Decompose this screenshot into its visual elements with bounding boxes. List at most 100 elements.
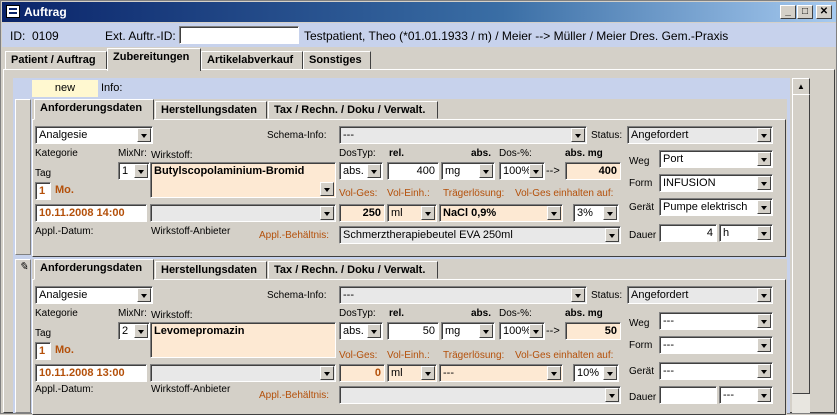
abs-mg-field[interactable]: 50	[565, 322, 621, 340]
tab-artikelabverkauf[interactable]: Artikelabverkauf	[201, 51, 303, 70]
dauer-input[interactable]	[659, 386, 717, 404]
form-select[interactable]: INFUSION	[659, 174, 773, 192]
dauer-unit-select[interactable]: h	[719, 224, 773, 242]
tag-number[interactable]: 1	[35, 182, 51, 200]
appl-datum-field[interactable]: 10.11.2008 14:00	[35, 204, 147, 222]
kategorie-select[interactable]: Analgesie	[35, 126, 153, 144]
wirkstoff-anbieter-label: Wirkstoff-Anbieter	[151, 384, 231, 395]
geraet-select[interactable]: Pumpe elektrisch	[659, 198, 773, 216]
wirkstoff-anbieter-label: Wirkstoff-Anbieter	[151, 226, 231, 237]
vol-ges-field[interactable]: 0	[339, 364, 385, 382]
schema-info-select[interactable]: ---	[339, 286, 587, 304]
ext-id-input[interactable]	[179, 26, 299, 44]
vol-ges-field[interactable]: 250	[339, 204, 385, 222]
subtab-tax-rechn[interactable]: Tax / Rechn. / Doku / Verwalt.	[268, 101, 438, 119]
dos-pct-label: Dos-%:	[499, 148, 532, 159]
vol-ges-einhalten-label: Vol-Ges einhalten auf:	[515, 188, 614, 199]
vol-ges-einhalten-label: Vol-Ges einhalten auf:	[515, 350, 614, 361]
anbieter-select[interactable]	[150, 364, 336, 382]
dos-pct-select[interactable]: 100%	[499, 322, 545, 340]
geraet-select[interactable]: ---	[659, 362, 773, 380]
tab-sonstiges[interactable]: Sonstiges	[303, 51, 371, 70]
vol-einh-select[interactable]: ml	[387, 364, 437, 382]
rel-label: rel.	[389, 148, 405, 159]
rel-label: rel.	[389, 308, 405, 319]
chevron-down-icon	[547, 366, 561, 380]
traeger-select[interactable]: ---	[439, 364, 563, 382]
info-label: Info:	[101, 82, 123, 94]
dauer-label: Dauer	[629, 230, 657, 241]
vol-ges-label: Vol-Ges:	[339, 188, 378, 199]
dostyp-select[interactable]: abs.	[339, 162, 383, 180]
form-icon	[6, 5, 20, 18]
dauer-input[interactable]: 4	[659, 224, 717, 242]
record-2: Anforderungsdaten Herstellungsdaten Tax …	[32, 259, 787, 415]
anforderungsdaten-panel: Analgesie Kategorie MixNr: Wirkstoff: 2 …	[32, 279, 786, 415]
wirkstoff-field[interactable]: Butylscopolaminium-Bromid	[150, 162, 336, 198]
chevron-down-icon	[605, 228, 619, 242]
wirkstoff-field[interactable]: Levomepromazin	[150, 322, 336, 358]
weg-select[interactable]: ---	[659, 312, 773, 330]
subtab-herstellungsdaten[interactable]: Herstellungsdaten	[155, 261, 267, 279]
unit-select[interactable]: mg	[441, 322, 495, 340]
record-selector[interactable]	[15, 99, 31, 255]
close-button[interactable]: ✕	[816, 5, 832, 19]
chevron-down-icon	[367, 164, 381, 178]
schema-info-select[interactable]: ---	[339, 126, 587, 144]
vol-einh-select[interactable]: ml	[387, 204, 437, 222]
chevron-down-icon	[320, 206, 334, 220]
appl-datum-field[interactable]: 10.11.2008 13:00	[35, 364, 147, 382]
patient-info: Testpatient, Theo (*01.01.1933 / m) / Me…	[304, 29, 729, 43]
abs-label: abs.	[471, 148, 492, 159]
status-select[interactable]: Angefordert	[627, 126, 773, 144]
rel-input[interactable]: 50	[387, 322, 439, 340]
behaeltnis-select[interactable]: Schmerztherapiebeutel EVA 250ml	[339, 226, 621, 244]
kategorie-select[interactable]: Analgesie	[35, 286, 153, 304]
appl-behaeltnis-label: Appl.-Behältnis:	[259, 230, 330, 241]
mixnr-select[interactable]: 2	[118, 322, 150, 340]
dostyp-select[interactable]: abs.	[339, 322, 383, 340]
mixnr-label: MixNr:	[118, 148, 147, 159]
abs-label: abs.	[471, 308, 492, 319]
subtab-herstellungsdaten[interactable]: Herstellungsdaten	[155, 101, 267, 119]
weg-select[interactable]: Port	[659, 150, 773, 168]
weg-label: Weg	[629, 156, 650, 167]
schema-info-label: Schema-Info:	[267, 290, 327, 301]
tab-zubereitungen[interactable]: Zubereitungen	[107, 48, 201, 71]
subtab-tax-rechn[interactable]: Tax / Rechn. / Doku / Verwalt.	[268, 261, 438, 279]
dos-pct-select[interactable]: 100%	[499, 162, 545, 180]
abs-mg-field[interactable]: 400	[565, 162, 621, 180]
minimize-button[interactable]: _	[780, 5, 796, 19]
vol-pct-select[interactable]: 10%	[573, 364, 619, 382]
vol-einh-label: Vol-Einh.:	[387, 188, 430, 199]
form-label: Form	[629, 178, 653, 189]
title-bar[interactable]: Auftrag _ □ ✕	[2, 2, 836, 22]
record-selector[interactable]: ✎	[15, 259, 31, 413]
scroll-up-button[interactable]: ▲	[792, 78, 810, 95]
maximize-button[interactable]: □	[797, 5, 813, 19]
status-select[interactable]: Angefordert	[627, 286, 773, 304]
scroll-thumb[interactable]	[792, 94, 810, 394]
vertical-scrollbar[interactable]: ▲	[792, 78, 810, 413]
behaeltnis-select[interactable]	[339, 386, 621, 404]
dauer-label: Dauer	[629, 392, 657, 403]
anbieter-select[interactable]	[150, 204, 336, 222]
chevron-down-icon	[603, 366, 617, 380]
form-select[interactable]: ---	[659, 336, 773, 354]
chevron-down-icon	[421, 206, 435, 220]
subtab-anforderungsdaten[interactable]: Anforderungsdaten	[34, 259, 154, 280]
subtab-anforderungsdaten[interactable]: Anforderungsdaten	[34, 99, 154, 120]
rel-input[interactable]: 400	[387, 162, 439, 180]
chevron-down-icon	[757, 338, 771, 352]
chevron-down-icon	[757, 128, 771, 142]
abs-mg-label: abs. mg	[565, 148, 603, 159]
tab-patient-auftrag[interactable]: Patient / Auftrag	[5, 51, 107, 70]
mixnr-select[interactable]: 1	[118, 162, 150, 180]
appl-datum-label: Appl.-Datum:	[35, 226, 94, 237]
dauer-unit-select[interactable]: ---	[719, 386, 773, 404]
traeger-select[interactable]: NaCl 0,9%	[439, 204, 563, 222]
vol-pct-select[interactable]: 3%	[573, 204, 619, 222]
arrow-label: -->	[546, 325, 560, 337]
tag-number[interactable]: 1	[35, 342, 51, 360]
unit-select[interactable]: mg	[441, 162, 495, 180]
